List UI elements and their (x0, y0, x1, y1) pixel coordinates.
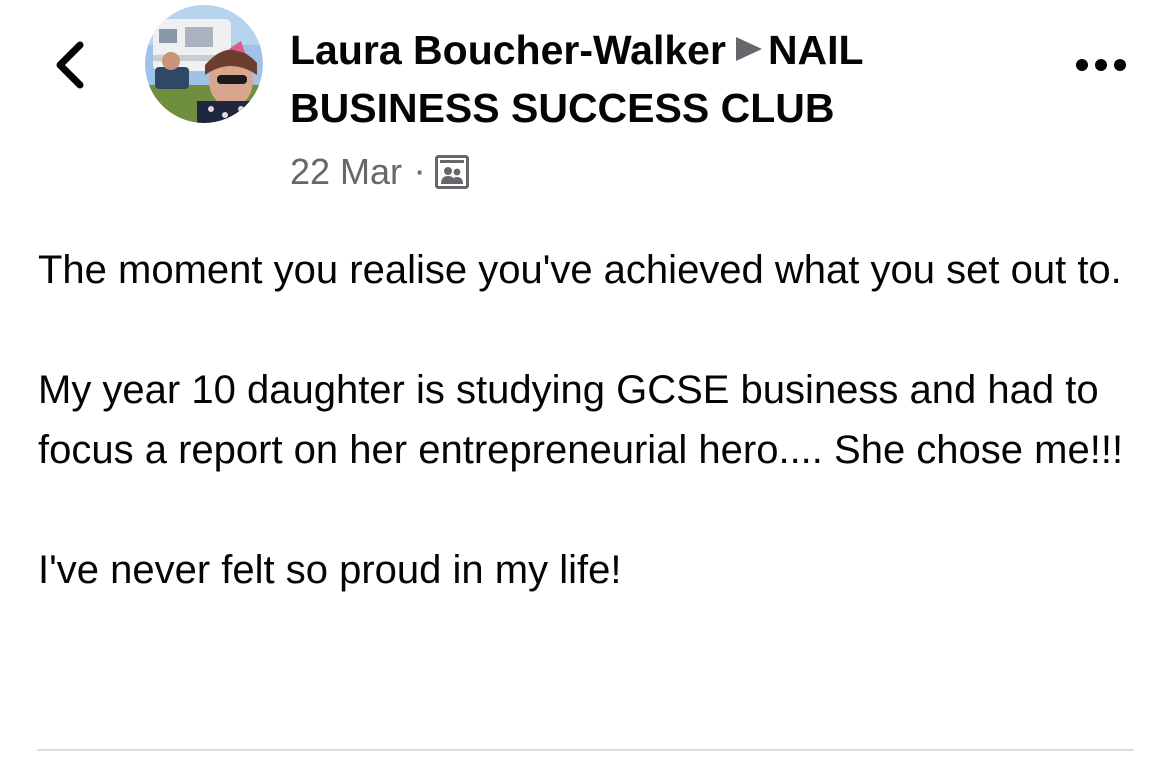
post-paragraph: The moment you realise you've achieved w… (38, 248, 1122, 292)
play-triangle-icon (734, 20, 764, 78)
more-options-button[interactable] (1066, 45, 1136, 85)
group-audience-icon (434, 155, 469, 189)
back-button[interactable] (40, 30, 100, 100)
post-header: Laura Boucher-Walker NAIL BUSINESS SUCCES… (290, 20, 1010, 194)
post-paragraph: I've never felt so proud in my life! (38, 548, 622, 592)
divider (37, 749, 1134, 751)
more-horizontal-icon (1076, 59, 1126, 71)
post-date[interactable]: 22 Mar (290, 151, 402, 193)
chevron-left-icon (56, 41, 84, 89)
post-paragraph: My year 10 daughter is studying GCSE bus… (38, 368, 1124, 472)
meta-separator: · (416, 157, 425, 187)
post-title: Laura Boucher-Walker NAIL BUSINESS SUCCES… (290, 20, 1010, 137)
post-body: The moment you realise you've achieved w… (38, 240, 1148, 600)
avatar[interactable] (145, 5, 263, 123)
author-name-link[interactable]: Laura Boucher-Walker (290, 27, 726, 73)
post-meta: 22 Mar · (290, 150, 1010, 194)
